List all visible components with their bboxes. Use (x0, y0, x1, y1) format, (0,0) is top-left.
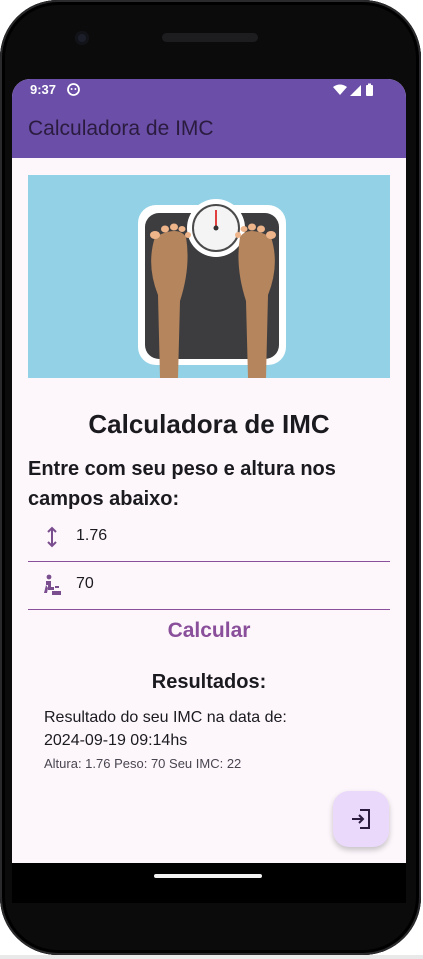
signal-icon (350, 85, 361, 96)
page-title: Calculadora de IMC (88, 409, 330, 439)
status-bar: 9:37 (12, 79, 406, 101)
app-bar: Calculadora de IMC (12, 101, 406, 158)
scale-person-icon (44, 574, 61, 595)
app-notification-icon (67, 83, 80, 96)
front-camera (75, 31, 89, 45)
system-nav-bar (12, 863, 406, 903)
instructions-text: Entre com seu peso e altura nos campos a… (28, 458, 336, 510)
calculate-button[interactable]: Calcular (12, 619, 406, 643)
scale-illustration (28, 175, 390, 378)
result-date-label: Resultado do seu IMC na data de: (44, 709, 287, 726)
app-bar-title: Calculadora de IMC (28, 117, 214, 140)
device-frame: 9:37 Calculadora de IMC Calculadora de I… (0, 0, 423, 959)
logout-icon (352, 809, 370, 829)
weight-field[interactable] (28, 562, 390, 610)
earpiece-speaker (162, 33, 258, 42)
bottom-strip (0, 955, 423, 959)
status-icons (333, 83, 373, 96)
height-arrows-icon (47, 526, 57, 548)
status-time: 9:37 (30, 82, 57, 97)
height-field[interactable] (28, 514, 390, 562)
app-screen: 9:37 Calculadora de IMC Calculadora de I… (12, 79, 406, 863)
weight-input[interactable] (76, 575, 356, 593)
wifi-icon (333, 84, 347, 95)
result-date-value: 2024-09-19 09:14hs (44, 732, 188, 749)
logout-button[interactable] (333, 791, 389, 847)
phone-body: 9:37 Calculadora de IMC Calculadora de I… (0, 0, 421, 955)
height-input[interactable] (76, 527, 356, 545)
result-detail: Altura: 1.76 Peso: 70 Seu IMC: 22 (44, 756, 242, 771)
battery-icon (366, 85, 373, 96)
results-title: Resultados: (151, 671, 267, 693)
home-gesture-handle[interactable] (154, 874, 262, 878)
